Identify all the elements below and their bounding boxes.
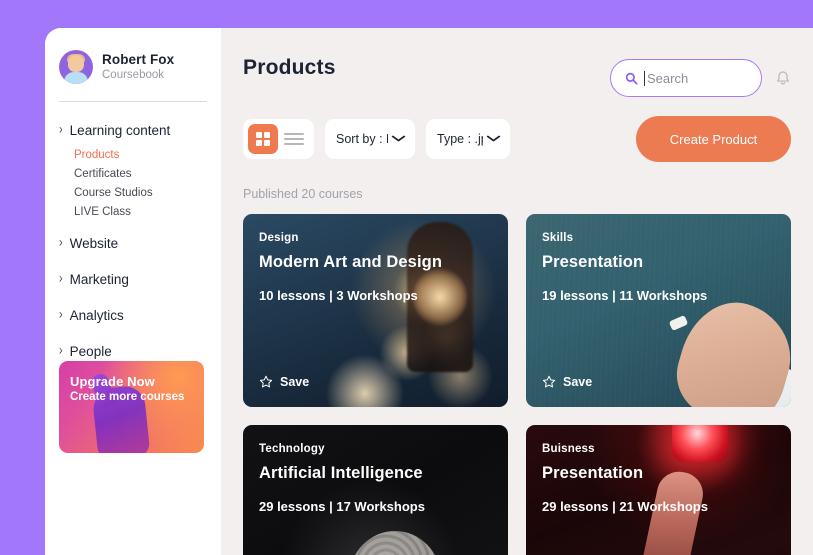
profile-subtitle: Coursebook: [102, 68, 165, 81]
promo-text: Upgrade Now Create more courses: [70, 374, 184, 403]
sidebar-item-website[interactable]: › Website: [59, 230, 221, 257]
sidebar-item-label: People: [69, 344, 112, 359]
product-card[interactable]: Design Modern Art and Design 10 lessons …: [243, 214, 508, 407]
avatar-body: [64, 72, 88, 84]
sort-by-dropdown[interactable]: Sort by : Deta: [325, 119, 415, 159]
sidebar-item-label: Analytics: [69, 308, 124, 323]
product-card[interactable]: Buisness Presentation 29 lessons | 21 Wo…: [526, 425, 791, 555]
star-icon: [259, 375, 273, 389]
save-label: Save: [280, 375, 310, 389]
card-content: Skills Presentation 19 lessons | 11 Work…: [526, 214, 791, 407]
sidebar-item-products[interactable]: Products: [74, 145, 221, 164]
card-meta: 19 lessons | 11 Workshops: [542, 288, 708, 303]
avatar: [59, 50, 93, 84]
sidebar-item-live-class[interactable]: LIVE Class: [74, 202, 221, 221]
save-label: Save: [563, 375, 593, 389]
card-meta: 10 lessons | 3 Workshops: [259, 288, 418, 303]
card-title: Artificial Intelligence: [259, 464, 423, 482]
view-toggle-group: [243, 119, 314, 159]
sidebar-item-label: Marketing: [69, 272, 129, 287]
sort-by-label: Sort by : Deta: [336, 132, 388, 146]
sidebar-item-learning-content[interactable]: › Learning content: [59, 117, 221, 144]
profile-name: Robert Fox: [102, 51, 175, 67]
sidebar-item-label: Website: [69, 236, 119, 251]
save-button[interactable]: Save: [259, 375, 492, 389]
save-button[interactable]: Save: [542, 375, 775, 389]
create-product-button[interactable]: Create Product: [636, 116, 791, 162]
card-content: Buisness Presentation 29 lessons | 21 Wo…: [526, 425, 791, 555]
page-title: Products: [243, 56, 336, 79]
card-category: Design: [259, 232, 299, 244]
profile-text: Robert Fox Coursebook: [102, 52, 174, 83]
window-glyph: [256, 132, 270, 146]
app-window: Robert Fox Coursebook › Learning content…: [45, 28, 813, 555]
product-card-grid: Design Modern Art and Design 10 lessons …: [243, 214, 791, 555]
profile-section[interactable]: Robert Fox Coursebook: [45, 50, 221, 84]
sidebar-item-analytics[interactable]: › Analytics: [59, 302, 221, 329]
card-content: Design Modern Art and Design 10 lessons …: [243, 214, 508, 407]
list-view-icon[interactable]: [284, 129, 304, 149]
card-content: Technology Artificial Intelligence 29 le…: [243, 425, 508, 555]
chevron-down-icon: [391, 134, 406, 145]
top-bar: Products Search: [243, 28, 791, 97]
type-dropdown[interactable]: Type : .jpeg: [426, 119, 510, 159]
card-meta: 29 lessons | 21 Workshops: [542, 499, 708, 514]
card-title: Presentation: [542, 464, 644, 482]
card-title: Modern Art and Design: [259, 253, 442, 271]
search-placeholder: Search: [647, 70, 689, 86]
chevron-down-icon: [486, 134, 501, 145]
product-card[interactable]: Skills Presentation 19 lessons | 11 Work…: [526, 214, 791, 407]
search-icon: [625, 72, 638, 85]
upgrade-promo-card[interactable]: Upgrade Now Create more courses: [59, 361, 204, 453]
sub-list-learning-content: Products Certificates Course Studios LIV…: [59, 145, 221, 221]
nav-group-marketing: › Marketing: [59, 266, 221, 293]
published-status: Published 20 courses: [243, 187, 363, 201]
nav-group-learning-content: › Learning content Products Certificates…: [59, 117, 221, 221]
sidebar-item-label: Learning content: [69, 123, 171, 138]
search-input[interactable]: Search: [610, 59, 762, 97]
card-category: Buisness: [542, 443, 595, 455]
card-title: Presentation: [542, 253, 644, 271]
star-icon: [542, 375, 556, 389]
grid-view-icon[interactable]: [248, 124, 278, 154]
card-category: Skills: [542, 232, 574, 244]
chevron-right-icon: ›: [59, 343, 63, 359]
promo-title: Upgrade Now: [70, 374, 155, 389]
toolbar: Sort by : Deta Type : .jpeg Create Produ…: [243, 116, 791, 162]
type-label: Type : .jpeg: [437, 132, 483, 146]
chevron-right-icon: ›: [59, 235, 63, 251]
text-caret: [644, 70, 645, 86]
card-category: Technology: [259, 443, 325, 455]
main-content: Products Search Sort by: Type: .j Crea…: [221, 28, 813, 555]
sidebar-item-certificates[interactable]: Certificates: [74, 164, 221, 183]
promo-subtitle: Create more courses: [70, 391, 185, 403]
product-card[interactable]: Technology Artificial Intelligence 29 le…: [243, 425, 508, 555]
sidebar-nav: › Learning content Products Certificates…: [45, 102, 221, 365]
sidebar-item-marketing[interactable]: › Marketing: [59, 266, 221, 293]
nav-group-website: › Website: [59, 230, 221, 257]
nav-group-analytics: › Analytics: [59, 302, 221, 329]
sidebar: Robert Fox Coursebook › Learning content…: [45, 28, 221, 555]
avatar-face: [68, 55, 84, 72]
chevron-right-icon: ›: [59, 122, 63, 138]
bell-icon[interactable]: [775, 70, 791, 87]
card-meta: 29 lessons | 17 Workshops: [259, 499, 425, 514]
sidebar-item-course-studios[interactable]: Course Studios: [74, 183, 221, 202]
top-bar-actions: Search: [610, 56, 791, 97]
chevron-right-icon: ›: [59, 307, 63, 323]
chevron-right-icon: ›: [59, 271, 63, 287]
